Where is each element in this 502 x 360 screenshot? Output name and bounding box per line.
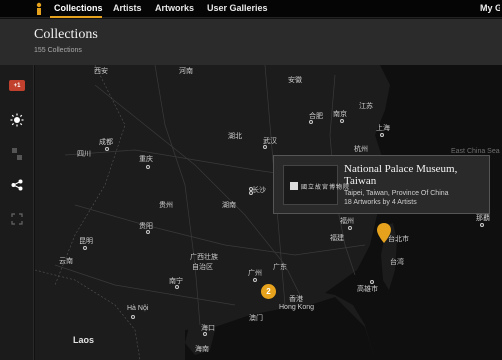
label-taipei: 台北市 <box>388 236 409 243</box>
label-xian: 西安 <box>94 68 108 75</box>
label-jiangsu: 江苏 <box>359 103 373 110</box>
gplus-button[interactable]: +1 <box>9 80 25 91</box>
museum-thumbnail[interactable]: 國立故宮博物院 <box>283 165 349 205</box>
map-cluster-marker[interactable]: 2 <box>261 284 276 299</box>
label-nanjing: 南京 <box>333 111 347 118</box>
city-dot <box>340 119 344 123</box>
museum-artwork-count: 18 Artworks by 4 Artists <box>344 199 417 206</box>
label-guangdong: 广东 <box>273 264 287 271</box>
seal-icon <box>290 182 298 190</box>
label-guizhou: 贵州 <box>159 202 173 209</box>
label-henan: 河南 <box>179 68 193 75</box>
nav-my-galleries[interactable]: My G <box>480 3 500 13</box>
label-hunan: 湖南 <box>222 202 236 209</box>
label-kaohsiung: 高雄市 <box>357 286 378 293</box>
city-dot <box>253 278 257 282</box>
label-fujian: 福建 <box>330 235 344 242</box>
city-dot <box>263 145 267 149</box>
compare-button[interactable] <box>7 145 27 163</box>
label-changsha: 长沙 <box>252 187 266 194</box>
label-zizhiqu: 自治区 <box>192 264 213 271</box>
label-anhui: 安徽 <box>288 77 302 84</box>
label-chongqing: 重庆 <box>139 156 153 163</box>
nav-artists[interactable]: Artists <box>113 3 142 13</box>
fullscreen-icon <box>11 213 23 225</box>
city-dot <box>131 315 135 319</box>
city-dot <box>146 165 150 169</box>
museum-location: Taipei, Taiwan, Province Of China <box>344 190 449 197</box>
fullscreen-button[interactable] <box>7 210 27 228</box>
label-hong-kong-zh: 香港 <box>289 296 303 303</box>
nav-collections[interactable]: Collections <box>54 3 103 13</box>
label-east-china-sea: East China Sea <box>451 148 500 155</box>
museum-popup[interactable]: 國立故宮博物院 National Palace Museum, Taiwan T… <box>273 155 490 214</box>
label-guangxi: 广西壮族 <box>190 254 218 261</box>
nav-artworks[interactable]: Artworks <box>155 3 194 13</box>
label-taiwan: 台湾 <box>390 259 404 266</box>
label-macau: 澳门 <box>249 315 263 322</box>
city-dot <box>83 246 87 250</box>
map-pin-icon[interactable] <box>377 223 391 243</box>
city-dot <box>175 285 179 289</box>
city-dot <box>380 133 384 137</box>
brightness-button[interactable] <box>7 111 27 129</box>
label-hainan: 海南 <box>195 346 209 353</box>
label-kunming: 昆明 <box>79 238 93 245</box>
page-title: Collections <box>34 27 98 42</box>
city-dot <box>480 223 484 227</box>
label-guangzhou: 广州 <box>248 270 262 277</box>
label-naha: 那覇 <box>476 215 490 222</box>
label-sichuan: 四川 <box>77 151 91 158</box>
nav-user-galleries[interactable]: User Galleries <box>207 3 268 13</box>
city-dot <box>146 230 150 234</box>
page-header: Collections 155 Collections <box>0 19 502 65</box>
museum-title[interactable]: National Palace Museum, Taiwan <box>344 163 489 187</box>
thumbnail-text: 國立故宮博物院 <box>301 185 351 191</box>
label-hanoi: Hà Nội <box>127 305 149 312</box>
sun-icon <box>10 113 24 127</box>
city-dot <box>105 147 109 151</box>
label-chengdu: 成都 <box>99 139 113 146</box>
top-nav: Collections Artists Artworks User Galler… <box>0 0 502 18</box>
sidebar: +1 <box>0 65 34 360</box>
share-button[interactable] <box>7 176 27 194</box>
city-dot <box>203 332 207 336</box>
city-dot <box>348 226 352 230</box>
city-dot <box>309 120 313 124</box>
compare-icon <box>12 148 22 160</box>
logo-icon[interactable] <box>34 2 44 16</box>
gplus-icon: +1 <box>13 82 21 89</box>
collection-count: 155 Collections <box>34 47 82 54</box>
label-laos: Laos <box>73 335 95 345</box>
city-dot <box>249 191 253 195</box>
label-hubei: 湖北 <box>228 133 242 140</box>
active-tab-indicator <box>50 16 102 18</box>
share-icon <box>11 179 23 191</box>
label-fuzhou: 福州 <box>340 218 354 225</box>
label-hangzhou: 杭州 <box>354 146 368 153</box>
city-dot <box>370 280 374 284</box>
label-hong-kong: Hong Kong <box>279 304 315 311</box>
label-yunnan: 云南 <box>59 258 73 265</box>
label-shanghai: 上海 <box>376 125 390 132</box>
